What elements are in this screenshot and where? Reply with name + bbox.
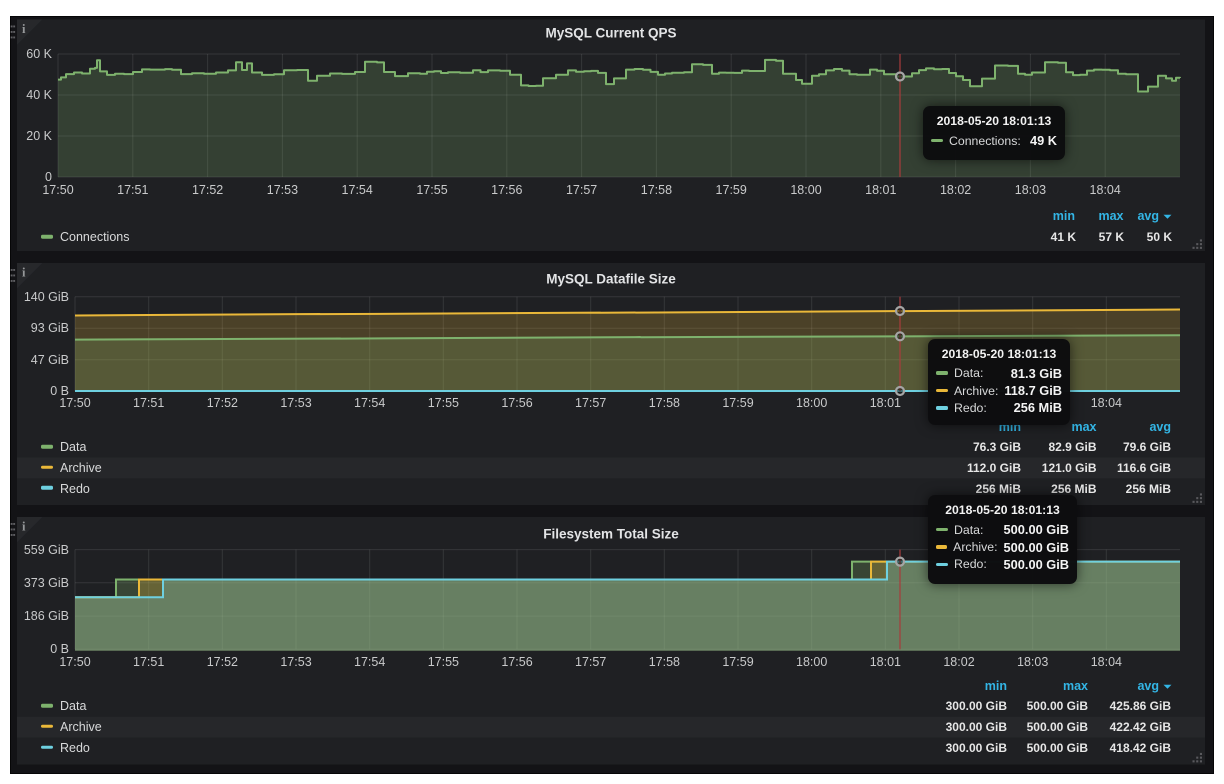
svg-text:i: i — [22, 22, 26, 36]
svg-text:i: i — [22, 266, 26, 280]
svg-text:i: i — [22, 520, 26, 534]
